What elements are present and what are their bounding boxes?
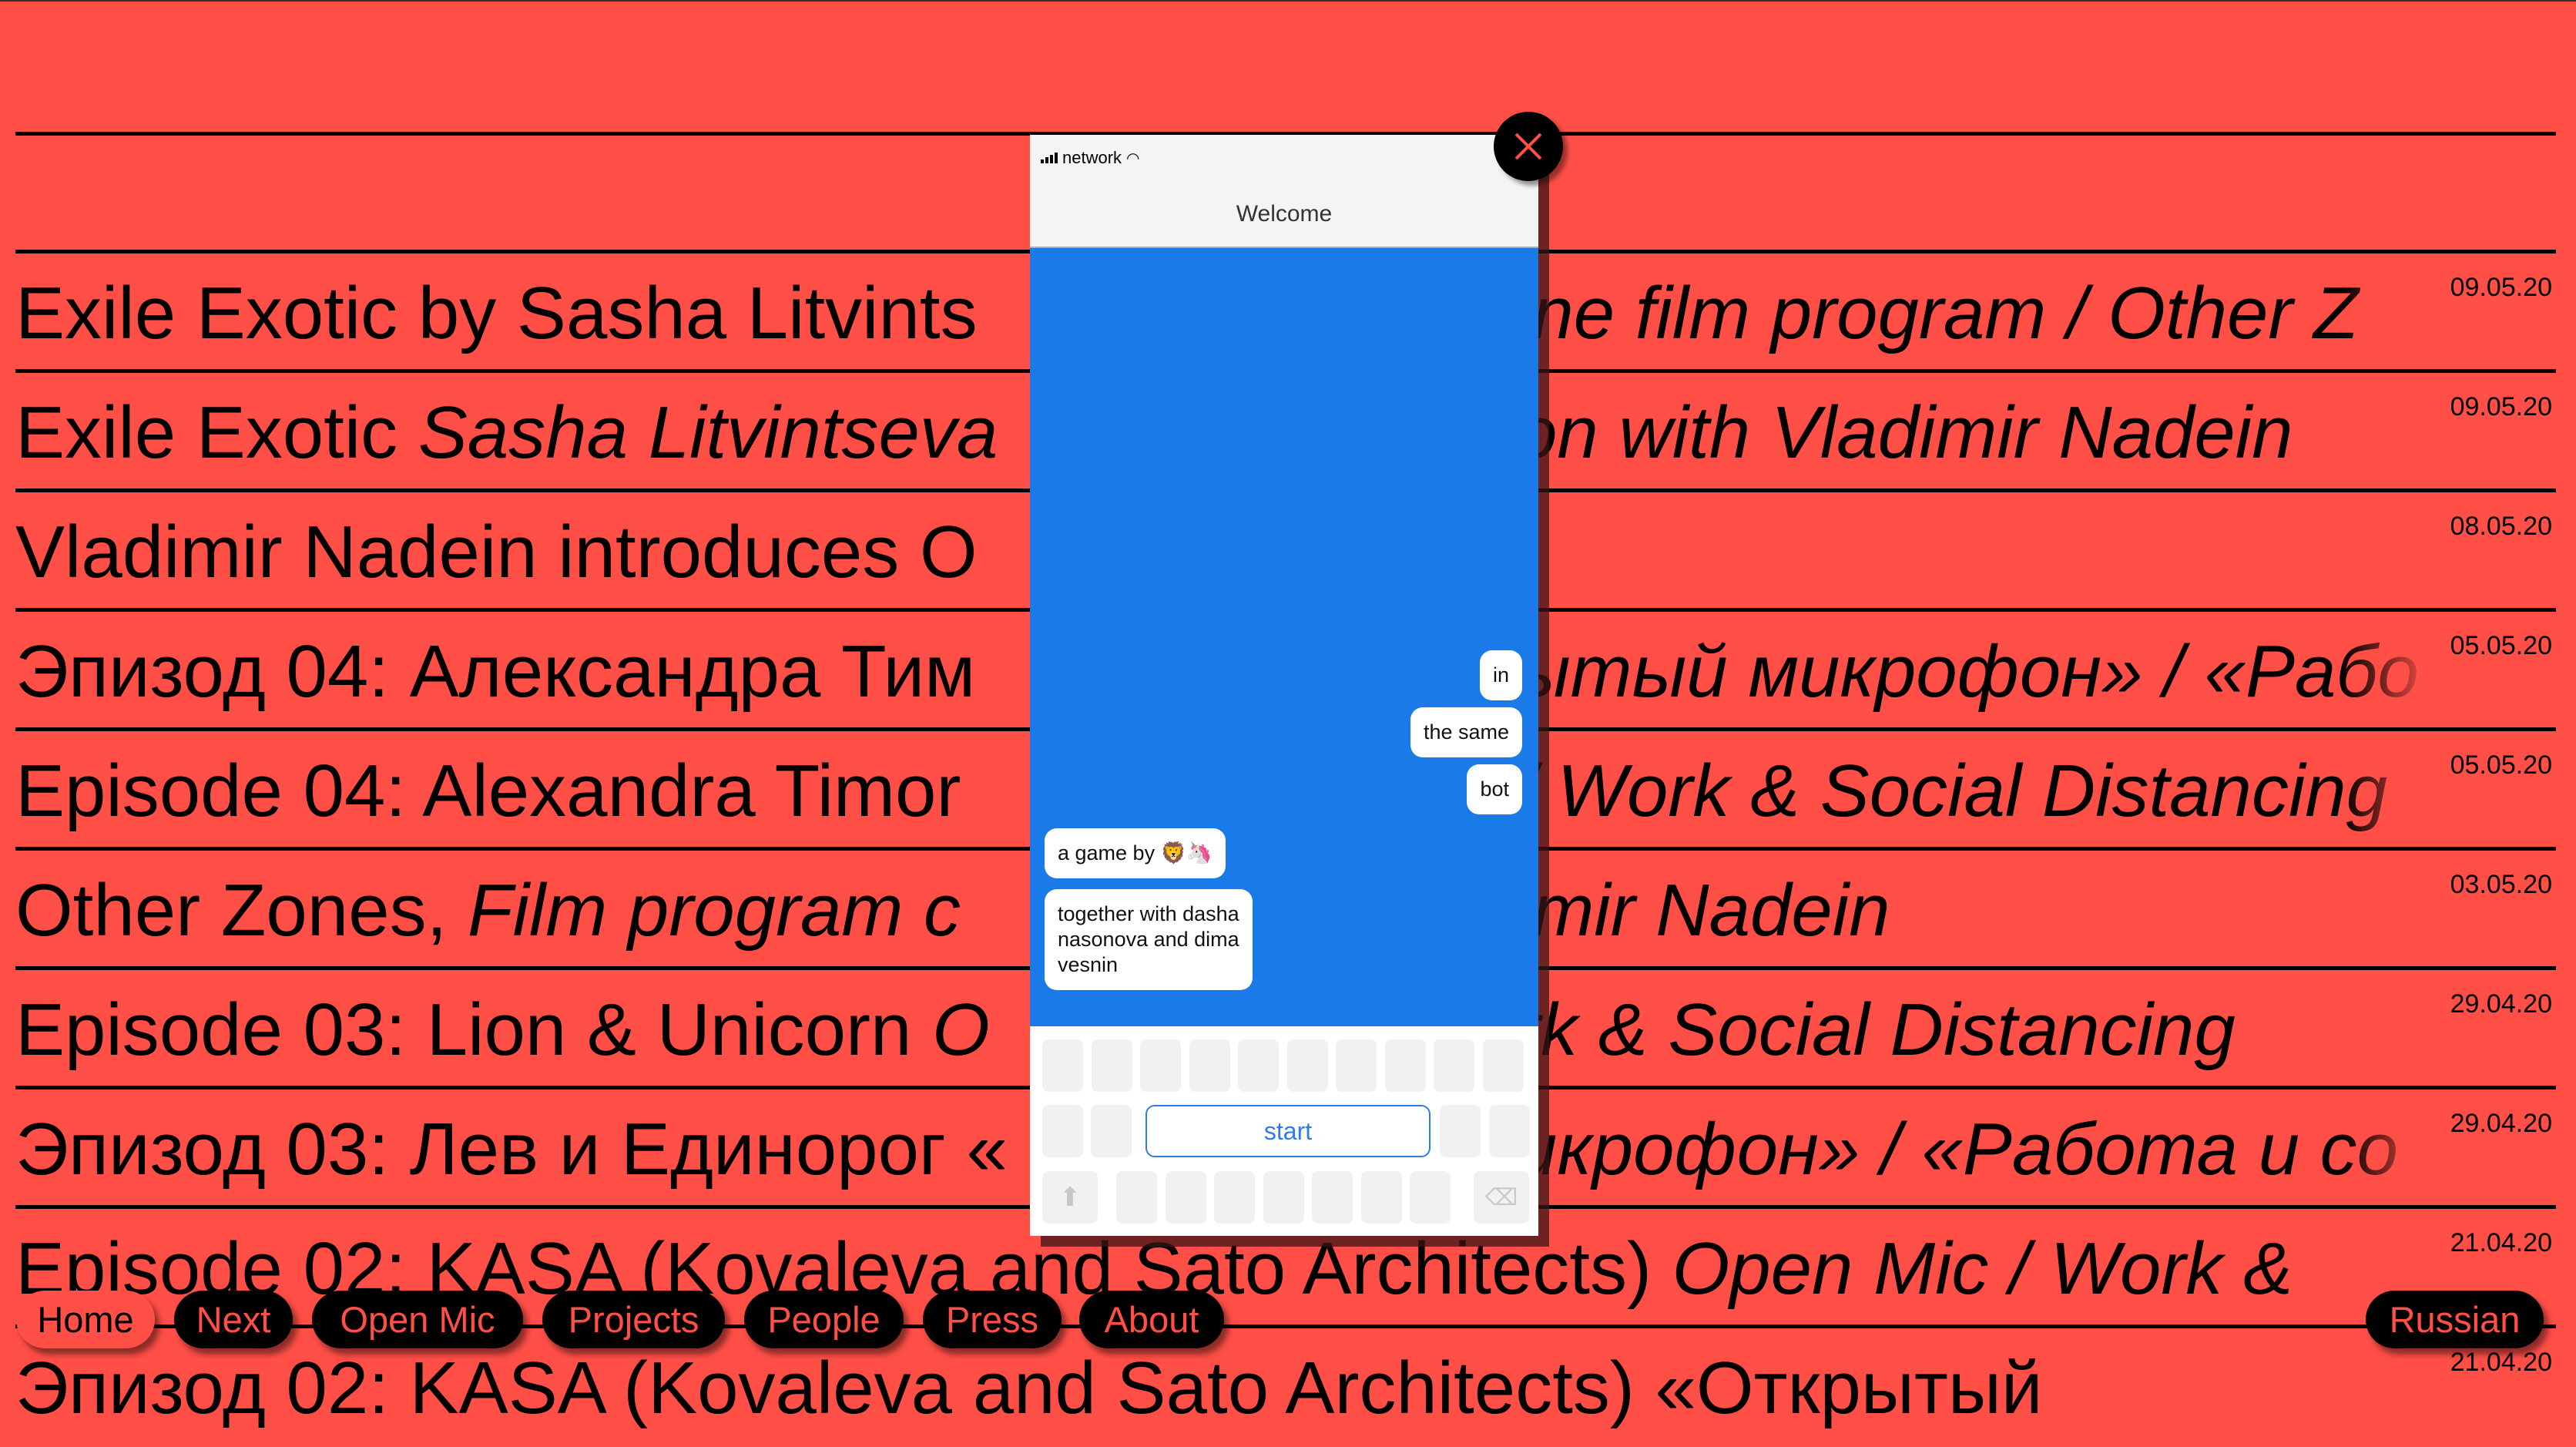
nav-people[interactable]: People [744, 1291, 904, 1348]
keyboard-key[interactable] [1091, 1105, 1132, 1157]
event-date: 21.04.20 [2450, 1348, 2552, 1377]
bot-message: in [1479, 650, 1522, 700]
start-button[interactable]: start [1145, 1105, 1431, 1157]
keyboard-key[interactable] [1238, 1039, 1279, 1092]
event-date: 29.04.20 [2450, 989, 2552, 1019]
keyboard-key[interactable] [1434, 1039, 1474, 1092]
keyboard-key[interactable] [1091, 1039, 1132, 1092]
event-title-main: Other Zones, [15, 869, 468, 952]
keyboard-key[interactable] [1263, 1171, 1304, 1224]
event-subtitle: imir Nadein [1516, 869, 1890, 952]
event-subtitle: ытый микрофон» / «Рабо [1516, 630, 2419, 713]
event-title-main: Episode 04: Alexandra Timor [15, 750, 961, 832]
nav-about[interactable]: About [1079, 1291, 1224, 1348]
keyboard: start ⬆ ⌫ [1030, 1026, 1538, 1236]
keyboard-key[interactable] [1384, 1039, 1426, 1092]
event-title-italic: Sasha Litvintseva [418, 391, 998, 474]
top-border [0, 0, 2576, 2]
wifi-icon: ◠ [1126, 149, 1140, 167]
nav-home[interactable]: Home [16, 1291, 155, 1348]
event-title-italic: Open Mic / Work & [1672, 1227, 2293, 1310]
keyboard-key[interactable] [1042, 1039, 1083, 1092]
keyboard-key[interactable] [1042, 1105, 1083, 1157]
bot-message: the same [1410, 707, 1522, 757]
keyboard-key[interactable] [1410, 1171, 1451, 1224]
keyboard-key[interactable] [1482, 1039, 1524, 1092]
keyboard-key[interactable] [1140, 1039, 1181, 1092]
event-title-main: Vladimir Nadein introduces O [15, 511, 978, 593]
event-date: 09.05.20 [2450, 392, 2552, 421]
event-date: 09.05.20 [2450, 273, 2552, 302]
close-icon [1514, 133, 1542, 160]
status-bar: network ◠ [1030, 135, 1538, 181]
language-toggle[interactable]: Russian [2366, 1291, 2544, 1348]
chat-title: Welcome [1236, 200, 1333, 227]
event-title-italic: Film program c [467, 869, 961, 952]
keyboard-key[interactable] [1489, 1105, 1530, 1157]
shift-icon[interactable]: ⬆ [1042, 1171, 1098, 1224]
backspace-icon[interactable]: ⌫ [1474, 1171, 1529, 1224]
event-title-main: Exile Exotic [15, 391, 418, 474]
keyboard-key[interactable] [1286, 1039, 1328, 1092]
event-subtitle: rk & Social Distancing [1516, 989, 2236, 1071]
keyboard-key[interactable] [1214, 1171, 1255, 1224]
nav-projects[interactable]: Projects [542, 1291, 725, 1348]
event-date: 03.05.20 [2450, 870, 2552, 899]
nav-next[interactable]: Next [174, 1291, 293, 1348]
keyboard-key[interactable] [1116, 1171, 1157, 1224]
event-title-main: Эпизод 02: KASA (Kovaleva and Sato Archi… [15, 1347, 2043, 1429]
keyboard-key[interactable] [1336, 1039, 1377, 1092]
event-date: 21.04.20 [2450, 1228, 2552, 1257]
event-subtitle: / Work & Social Distancing [1516, 750, 2388, 832]
chatbot-phone-modal: network ◠ Welcome in the same bot a game… [1030, 135, 1538, 1236]
event-title-main: Exile Exotic by Sasha Litvints [15, 272, 978, 354]
nav-open-mic[interactable]: Open Mic [312, 1291, 523, 1348]
event-subtitle: on with Vladimir Nadein [1516, 391, 2293, 474]
keyboard-key[interactable] [1312, 1171, 1353, 1224]
event-date: 05.05.20 [2450, 750, 2552, 780]
event-date: 29.04.20 [2450, 1109, 2552, 1138]
event-subtitle: икрофон» / «Работа и со [1516, 1108, 2399, 1190]
network-label: network [1062, 148, 1122, 167]
event-title-main: Эпизод 03: Лев и Единорог « [15, 1108, 1008, 1190]
close-button[interactable] [1494, 112, 1563, 181]
keyboard-key[interactable] [1440, 1105, 1481, 1157]
event-title[interactable]: Эпизод 02: KASA (Kovaleva and Sato Archi… [15, 1346, 2450, 1431]
chat-header: Welcome [1030, 181, 1538, 248]
event-date: 05.05.20 [2450, 631, 2552, 660]
event-title-main: Episode 03: Lion & Unicorn [15, 989, 933, 1071]
nav-press[interactable]: Press [923, 1291, 1062, 1348]
keyboard-key[interactable] [1360, 1171, 1402, 1224]
credit-message: a game by 🦁🦄 [1045, 828, 1226, 878]
bot-message: bot [1467, 764, 1522, 814]
keyboard-key[interactable] [1165, 1171, 1206, 1224]
signal-icon [1041, 153, 1058, 163]
event-title-main: Эпизод 04: Александра Тим [15, 630, 976, 713]
keyboard-key[interactable] [1189, 1039, 1230, 1092]
event-date: 08.05.20 [2450, 512, 2552, 541]
credit-message: together with dasha nasonova and dima ve… [1045, 889, 1253, 990]
chat-area: in the same bot a game by 🦁🦄 together wi… [1030, 248, 1538, 1026]
event-title-italic: O [932, 989, 990, 1071]
event-subtitle: ine film program / Other Z [1516, 272, 2359, 354]
